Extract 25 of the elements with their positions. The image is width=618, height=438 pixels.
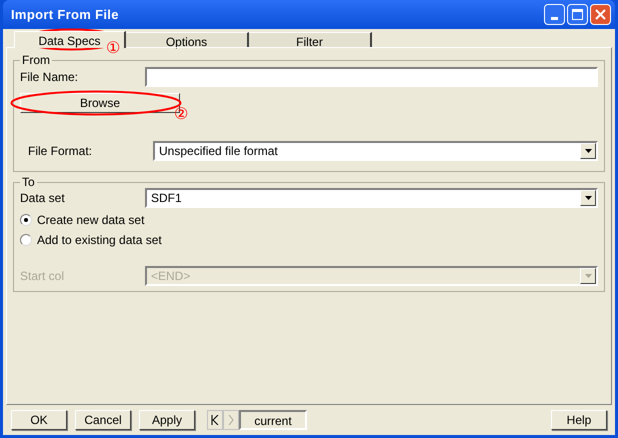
group-label: From <box>21 54 51 66</box>
field-label: Start col <box>20 268 66 285</box>
field-label: File Format: <box>28 143 94 160</box>
first-record-icon[interactable] <box>207 410 223 430</box>
file-name-field[interactable] <box>145 67 598 87</box>
field-label: File Name: <box>20 69 80 86</box>
button[interactable]: Cancel <box>75 410 131 430</box>
record-indicator: current <box>239 410 307 430</box>
radio-button[interactable] <box>20 214 32 226</box>
button[interactable]: OK <box>11 410 67 430</box>
data-set-dropdown[interactable]: SDF1 <box>145 188 598 208</box>
radio-button[interactable] <box>20 234 32 246</box>
button[interactable]: Apply <box>139 410 195 430</box>
tab[interactable]: Options <box>126 32 249 47</box>
radio-label: Create new data set <box>37 212 144 229</box>
field-label: Data set <box>20 190 66 207</box>
maximize-icon[interactable] <box>567 4 588 25</box>
window-title: Import From File <box>10 6 119 24</box>
close-icon[interactable] <box>590 4 611 25</box>
tab[interactable]: Filter <box>249 32 372 47</box>
button[interactable]: Help <box>551 410 607 430</box>
radio-label: Add to existing data set <box>37 232 162 249</box>
file-format-dropdown[interactable]: Unspecified file format <box>153 141 598 161</box>
minimize-icon[interactable] <box>544 4 565 25</box>
group-label: To <box>21 176 36 188</box>
